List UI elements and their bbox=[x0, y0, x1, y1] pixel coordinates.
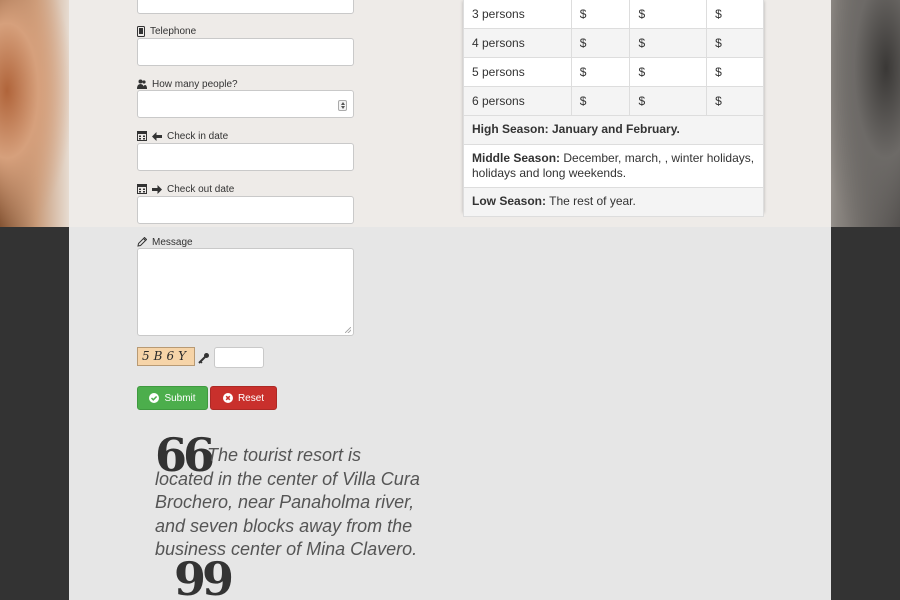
checkout-label: Check out date bbox=[137, 182, 234, 196]
message-label-text: Message bbox=[152, 236, 193, 248]
resize-grip-icon[interactable] bbox=[345, 327, 351, 333]
check-circle-icon bbox=[149, 393, 160, 403]
price-cell: $ bbox=[570, 85, 631, 116]
persons-cell: 6 persons bbox=[463, 85, 572, 116]
price-table: 3 persons $ $ $ 4 persons $ $ $ 5 person… bbox=[463, 0, 764, 217]
pencil-icon bbox=[137, 237, 147, 247]
stepper-arrows-icon[interactable] bbox=[338, 100, 347, 111]
table-row: 6 persons $ $ $ bbox=[463, 85, 764, 116]
checkout-label-text: Check out date bbox=[167, 183, 235, 195]
price-cell: $ bbox=[706, 27, 764, 58]
persons-cell: 3 persons bbox=[463, 0, 572, 29]
persons-cell: 5 persons bbox=[463, 56, 572, 87]
low-season-row: Low Season: The rest of year. bbox=[463, 186, 764, 217]
high-season-text: High Season: January and February. bbox=[463, 114, 764, 145]
high-season-row: High Season: January and February. bbox=[463, 114, 764, 145]
reset-button[interactable]: Reset bbox=[210, 386, 277, 410]
price-cell: $ bbox=[629, 27, 708, 58]
low-season-text: The rest of year. bbox=[546, 194, 636, 208]
calendar-checkout-icon bbox=[137, 184, 147, 194]
quote-close-mark: 99 bbox=[174, 552, 234, 600]
reset-button-label: Reset bbox=[237, 392, 265, 404]
telephone-label-text: Telephone bbox=[150, 25, 197, 37]
resort-quote: The tourist resort is located in the cen… bbox=[155, 445, 420, 559]
telephone-field[interactable] bbox=[137, 38, 354, 66]
table-row: 4 persons $ $ $ bbox=[463, 27, 764, 58]
table-row: 5 persons $ $ $ bbox=[463, 56, 764, 87]
checkout-date-field[interactable] bbox=[137, 196, 354, 224]
price-cell: $ bbox=[706, 85, 764, 116]
captcha-input[interactable] bbox=[214, 347, 264, 368]
middle-season-row: Middle Season: December, march, , winter… bbox=[463, 143, 764, 188]
price-cell: $ bbox=[570, 0, 631, 29]
message-label: Message bbox=[137, 235, 193, 249]
key-icon bbox=[198, 353, 209, 364]
email-field[interactable] bbox=[137, 0, 354, 14]
price-cell: $ bbox=[570, 56, 631, 87]
checkin-date-field[interactable] bbox=[137, 143, 354, 171]
telephone-label: Telephone bbox=[137, 24, 196, 38]
close-circle-icon bbox=[222, 393, 233, 403]
low-season-cell: Low Season: The rest of year. bbox=[463, 186, 764, 217]
price-cell: $ bbox=[570, 27, 631, 58]
middle-season-cell: Middle Season: December, march, , winter… bbox=[463, 143, 764, 188]
middle-season-label: Middle Season: bbox=[472, 150, 561, 165]
people-icon bbox=[137, 79, 147, 89]
price-cell: $ bbox=[706, 0, 764, 29]
checkin-label: Check in date bbox=[137, 129, 228, 143]
message-textarea[interactable] bbox=[137, 248, 354, 336]
price-cell: $ bbox=[629, 85, 708, 116]
submit-button[interactable]: Submit bbox=[137, 386, 208, 410]
people-label-text: How many people? bbox=[152, 78, 238, 90]
background-photo-right bbox=[830, 0, 900, 227]
calendar-checkin-icon bbox=[137, 131, 147, 141]
price-cell: $ bbox=[629, 56, 708, 87]
arrow-right-icon bbox=[152, 184, 162, 194]
captcha-image: 5B6Y bbox=[137, 347, 195, 366]
phone-icon bbox=[137, 25, 145, 37]
people-label: How many people? bbox=[137, 77, 238, 91]
background-photo-left bbox=[0, 0, 70, 227]
price-cell: $ bbox=[629, 0, 708, 29]
people-quantity-stepper[interactable] bbox=[137, 90, 354, 118]
checkin-label-text: Check in date bbox=[167, 130, 229, 142]
persons-cell: 4 persons bbox=[463, 27, 572, 58]
submit-button-label: Submit bbox=[164, 392, 196, 404]
arrow-left-icon bbox=[152, 131, 162, 141]
table-row: 3 persons $ $ $ bbox=[463, 0, 764, 29]
low-season-label: Low Season: bbox=[472, 194, 547, 208]
price-cell: $ bbox=[706, 56, 764, 87]
